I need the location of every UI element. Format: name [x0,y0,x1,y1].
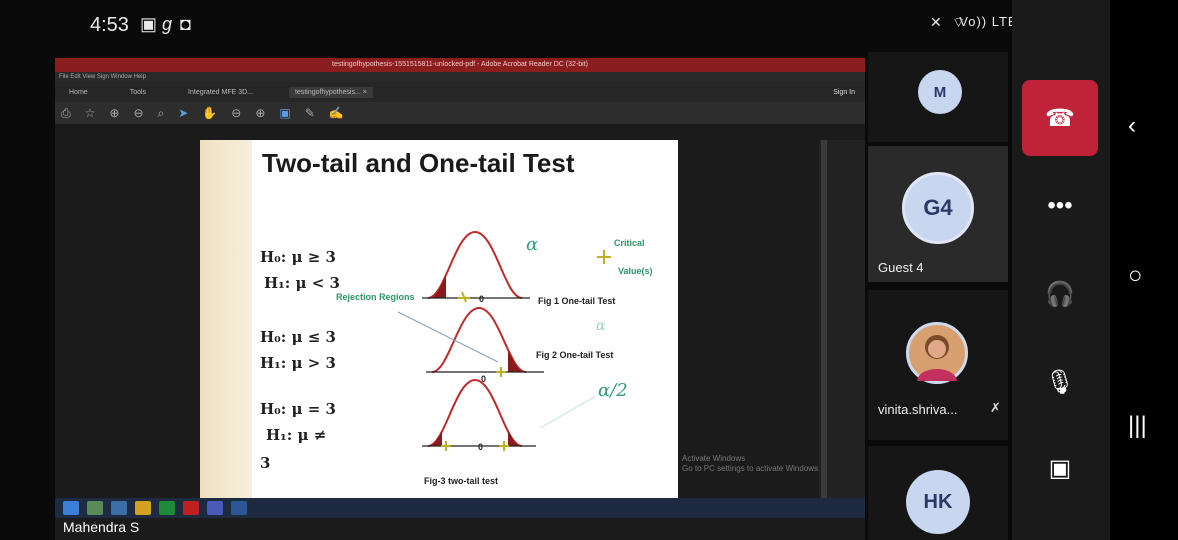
presenter-name: Mahendra S [63,519,140,535]
app-notification-icon: g [162,14,173,34]
acrobat-tabs: Home Tools Integrated MFE 3D... testingo… [55,82,865,102]
tab-home: Home [69,88,88,96]
participant-tile-hk[interactable]: HK [868,446,1008,540]
activate-windows-watermark: Activate Windows Go to PC settings to ac… [682,454,820,474]
windows-taskbar [55,498,865,518]
critical-label: Critical [614,238,645,248]
printer-icon: ⊖ [133,106,144,120]
avatar: G4 [902,172,974,244]
comment-icon: ✎ [304,106,315,120]
gallery-icon: ▣ [140,14,158,34]
audio-button[interactable]: 🎧 [1022,256,1098,332]
camera-button[interactable]: ▣ [1022,430,1098,506]
home-button[interactable]: ○ [1128,262,1143,290]
phone-screen: 4:53 ▣ g ◘ ✕ ⌔ Vo)) LTE1 .ıl LTE2 .ıl ▮ … [0,0,1178,540]
mute-icon: ✕ [930,14,942,30]
start-icon [63,501,79,515]
end-call-button[interactable]: ☎ [1022,80,1098,156]
ie-icon [111,501,127,515]
collapse-chevron-icon[interactable]: ‹ [1128,112,1136,140]
participant-tile-guest4[interactable]: G4 Guest 4 [868,146,1008,282]
avatar [906,322,968,384]
watermark-line-2: Go to PC settings to activate Windows. [682,464,821,473]
sign-in-link: Sign In [833,88,855,96]
android-nav-bar [1110,0,1178,540]
alpha-label-1: α [526,234,539,255]
acrobat-icon [183,501,199,515]
hand-tool-icon: ✋ [202,106,218,120]
zoom-in-icon: ⊕ [255,106,266,120]
word-icon [231,501,247,515]
zero-label-3: 0 [478,442,484,452]
tab-document-1: Integrated MFE 3D... [188,88,254,96]
tab-tools: Tools [129,88,147,96]
mic-off-icon: 🎙 [1044,368,1076,396]
participant-tile-m[interactable]: M [868,52,1008,142]
critical-values-label: Value(s) [618,266,653,276]
acrobat-title-bar: testingofhypothesis-1551515811-unlocked-… [55,58,865,72]
clock: 4:53 [90,14,129,36]
desktop-icon [87,501,103,515]
print-icon: ⎙ [61,105,71,120]
rejection-regions-label: Rejection Regions [336,292,415,302]
fig1-caption: Fig 1 One-tail Test [538,296,616,306]
participant-name: Guest 4 [878,260,924,275]
explorer-icon [135,501,151,515]
participant-name: vinita.shriva... [878,402,958,417]
scrollbar [821,140,827,498]
fit-page-icon: ▣ [279,106,291,120]
muted-mic-icon: ✗ [990,400,1001,415]
watermark-line-1: Activate Windows [682,454,746,463]
teams-icon [207,501,223,515]
zero-label-1: 0 [479,294,485,304]
fig2-caption: Fig 2 One-tail Test [536,350,614,360]
profile-photo [917,335,957,381]
alpha-label-3: α/2 [598,380,628,401]
headset-icon: 🎧 [1045,280,1075,308]
presentation-slide: Two-tail and One-tail Test H₀: μ ≥ 3 H₁:… [200,140,678,498]
distribution-curves [397,230,611,451]
recents-button[interactable]: ||| [1128,412,1147,440]
upload-icon: ⊕ [109,106,120,120]
hang-up-icon: ☎ [1045,104,1075,132]
mute-mic-button[interactable]: 🎙 [1022,344,1098,420]
more-options-button[interactable]: ••• [1022,168,1098,244]
avatar: M [918,70,962,114]
zoom-out-icon: ⊖ [231,106,242,120]
bookmark-icon: ☆ [84,106,96,120]
zero-label-2: 0 [481,374,487,384]
alpha-label-2: α [596,318,606,334]
acrobat-toolbar: ⎙ ☆ ⊕ ⊖ ⌕ ➤ ✋ ⊖ ⊕ ▣ ✎ ✍ [55,102,865,124]
zoom-icon: ⌕ [157,105,165,120]
status-bar: 4:53 ▣ g ◘ ✕ ⌔ Vo)) LTE1 .ıl LTE2 .ıl ▮ [0,0,1110,52]
screen-icon: ◘ [180,14,191,34]
participant-tile-vinita[interactable]: vinita.shriva... ✗ [868,290,1008,440]
app-icon [159,501,175,515]
more-icon: ••• [1047,192,1073,219]
camera-off-icon: ▣ [1048,454,1072,482]
tab-document-2: testingofhypothesis... × [289,86,373,98]
fig3-caption: Fig-3 two-tail test [424,476,498,486]
acrobat-menu-bar: File Edit View Sign Window Help [55,72,865,82]
shared-screen: testingofhypothesis-1551515811-unlocked-… [55,58,865,540]
sign-icon: ✍ [328,106,344,120]
avatar: HK [906,470,970,534]
select-tool-icon: ➤ [178,106,189,120]
